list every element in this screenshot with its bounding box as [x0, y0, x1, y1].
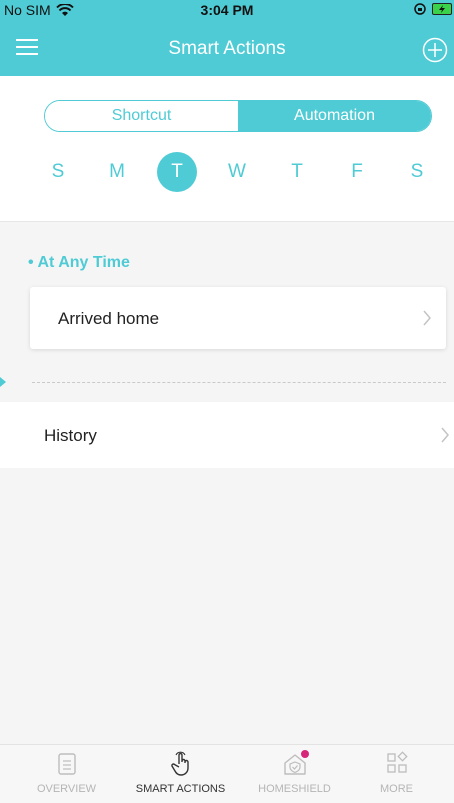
- status-time: 3:04 PM: [200, 2, 254, 18]
- history-row[interactable]: History: [0, 402, 454, 468]
- document-icon: [57, 753, 76, 775]
- day-selector: S M T W T F S: [0, 152, 454, 196]
- battery-icon: [432, 3, 452, 15]
- orientation-lock-icon: [414, 3, 426, 15]
- timeline-divider: [32, 382, 446, 383]
- history-label: History: [44, 426, 97, 445]
- day-thursday[interactable]: T: [277, 152, 317, 192]
- tab-overview-label: OVERVIEW: [36, 783, 97, 795]
- tab-smart-actions-label: SMART ACTIONS: [135, 783, 226, 795]
- add-action-icon[interactable]: [422, 37, 448, 63]
- tab-more[interactable]: MORE: [340, 745, 453, 803]
- automation-card[interactable]: Arrived home: [30, 287, 446, 349]
- day-wednesday[interactable]: W: [217, 152, 257, 192]
- filter-panel: [0, 76, 454, 222]
- notification-badge: [301, 750, 309, 758]
- automation-name: Arrived home: [58, 309, 160, 328]
- mode-segmented-control: Shortcut Automation: [44, 100, 432, 132]
- tab-homeshield[interactable]: HOMESHIELD: [238, 745, 351, 803]
- day-tuesday[interactable]: T: [157, 152, 197, 192]
- tab-shortcut[interactable]: Shortcut: [45, 101, 238, 131]
- day-monday[interactable]: M: [97, 152, 137, 192]
- grid-icon: [386, 751, 408, 773]
- tab-overview[interactable]: OVERVIEW: [10, 745, 123, 803]
- status-bar: No SIM 3:04 PM: [0, 0, 454, 20]
- bottom-tab-bar: OVERVIEW SMART ACTIONS HOMESHIELD MORE: [0, 744, 454, 803]
- tab-smart-actions[interactable]: SMART ACTIONS: [124, 745, 237, 803]
- time-section-label: • At Any Time: [28, 254, 130, 271]
- day-friday[interactable]: F: [337, 152, 377, 192]
- chevron-right-icon: [441, 427, 449, 443]
- page-title: Smart Actions: [168, 38, 286, 59]
- pointer-hand-icon: [170, 751, 189, 776]
- day-sunday[interactable]: S: [38, 152, 78, 192]
- tab-homeshield-label: HOMESHIELD: [258, 783, 331, 795]
- tab-automation[interactable]: Automation: [238, 101, 431, 131]
- timeline-marker-icon: [0, 377, 6, 387]
- header: No SIM 3:04 PM Smart Actions: [0, 0, 454, 76]
- chevron-right-icon: [423, 310, 431, 326]
- day-saturday[interactable]: S: [397, 152, 437, 192]
- status-indicators: [414, 3, 452, 15]
- tab-more-label: MORE: [380, 783, 413, 795]
